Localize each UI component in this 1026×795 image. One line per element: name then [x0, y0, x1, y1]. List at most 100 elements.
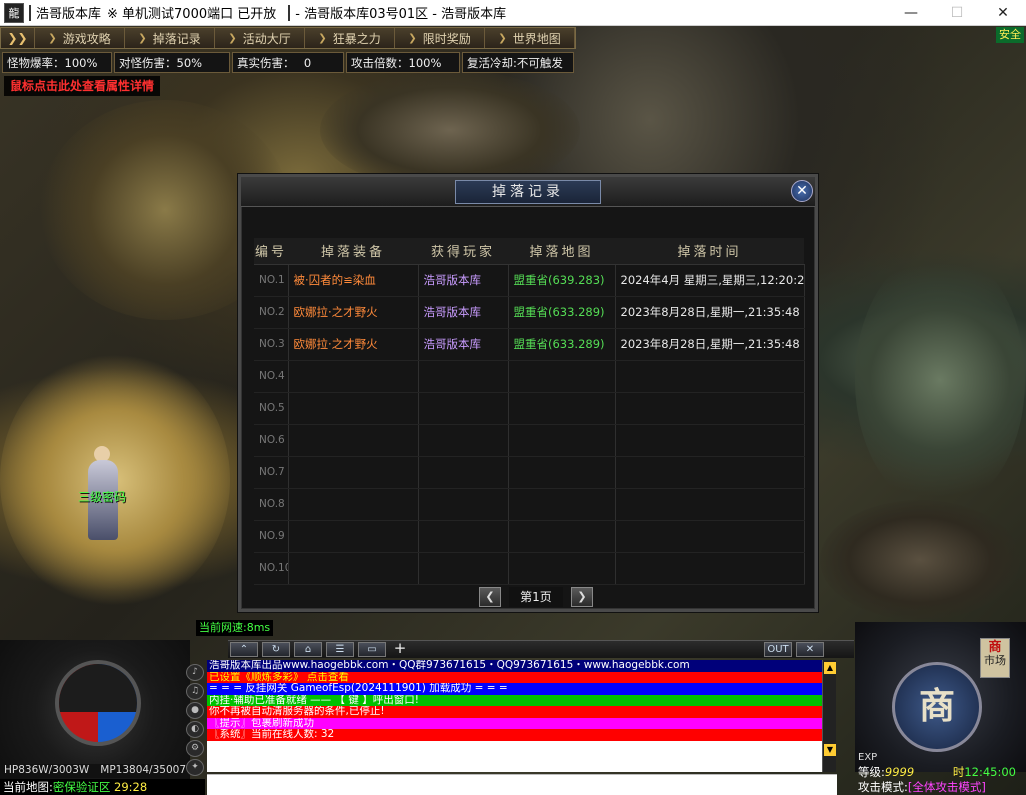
menu-item-label: 掉落记录: [152, 31, 201, 46]
current-map-label: 当前地图:: [3, 780, 53, 794]
cell-no: NO.1: [254, 264, 289, 297]
group-icon[interactable]: ◐: [186, 721, 204, 738]
cell-no: NO.6: [254, 424, 289, 457]
sound-icon[interactable]: ♪: [186, 664, 204, 681]
cell-time: [615, 520, 805, 553]
market-button[interactable]: 商 市场: [980, 638, 1010, 678]
shop-button[interactable]: 商: [892, 662, 982, 752]
cell-map: [508, 520, 616, 553]
settings-icon[interactable]: ⚙: [186, 740, 204, 757]
mp-value: MP13804/35007: [100, 764, 186, 776]
maximize-button[interactable]: ☐: [934, 0, 980, 26]
chat-line: 〖提示〗包裹刷新成功: [207, 717, 822, 729]
cell-item: 被·囚者的≌染血: [288, 264, 419, 297]
cell-player: [418, 488, 509, 521]
menu-item-drop-record[interactable]: ❯ 掉落记录: [125, 28, 215, 48]
chevron-right-icon: ❯: [498, 32, 507, 44]
cell-item: 欧娜拉·之才野火: [288, 328, 419, 361]
cell-time: 2023年8月28日,星期一,21:35:48: [615, 328, 805, 361]
level-row: 等级:9999 时12:45:00: [858, 764, 1026, 780]
chat-side-icons: ♪ ♫ ● ◐ ⚙ ✦: [186, 664, 206, 778]
header-time: 掉落时间: [615, 238, 804, 265]
chevron-right-icon: ❯: [228, 32, 237, 44]
window-subtitle: ※ 单机测试7000端口 已开放: [107, 7, 277, 22]
cell-time: 2023年8月28日,星期一,21:35:48: [615, 296, 805, 329]
gear-icon[interactable]: ✦: [186, 759, 204, 776]
chevron-right-icon: ❯: [48, 32, 57, 44]
menu-toggle-button[interactable]: ❯❯: [1, 28, 35, 48]
chat-line: 〖系统〗当前在线人数: 32: [207, 729, 822, 741]
current-map: 当前地图:密保验证区 29:28: [0, 779, 205, 795]
out-button[interactable]: OUT: [764, 642, 792, 657]
cell-player: [418, 360, 509, 393]
cell-map: 盟重省(633.289): [508, 328, 616, 361]
page-label: 第1页: [509, 587, 563, 607]
game-time: 时12:45:00: [953, 764, 1016, 780]
cell-no: NO.10: [254, 552, 289, 585]
cell-no: NO.4: [254, 360, 289, 393]
chat-scrollbar[interactable]: ▲ ▼: [822, 660, 836, 772]
menu-item-activity-hall[interactable]: ❯ 活动大厅: [215, 28, 305, 48]
cell-map: 盟重省(633.289): [508, 296, 616, 329]
cell-item: [288, 520, 419, 553]
sound-icon[interactable]: ♫: [186, 683, 204, 700]
menu-item-guide[interactable]: ❯ 游戏攻略: [35, 28, 125, 48]
time-label: 时: [952, 765, 965, 779]
shop-panel: 商 商 市场: [855, 622, 1026, 772]
chat-line: 浩哥版本库出品www.haogebbk.com・QQ群973671615・QQ9…: [207, 660, 822, 672]
menu-item-world-map[interactable]: ❯ 世界地图: [485, 28, 575, 48]
cell-time: [615, 456, 805, 489]
cell-item: [288, 360, 419, 393]
current-map-coords: 29:28: [114, 780, 148, 794]
chat-bubble-icon[interactable]: ▭: [358, 642, 386, 657]
table-row: NO.9: [254, 520, 805, 553]
server-name: - 浩哥版本库03号01区 - 浩哥版本库: [295, 7, 507, 22]
menu-item-label: 限时奖励: [422, 31, 471, 46]
home-icon[interactable]: ⌂: [294, 642, 322, 657]
next-page-button[interactable]: ❯: [571, 587, 593, 607]
table-row: NO.7: [254, 456, 805, 489]
menu-item-berserk[interactable]: ❯ 狂暴之力: [305, 28, 395, 48]
menu-list-icon[interactable]: ☰: [326, 642, 354, 657]
cell-player: 浩哥版本库: [418, 264, 509, 297]
table-row: NO.3 欧娜拉·之才野火 浩哥版本库 盟重省(633.289) 2023年8月28日,…: [254, 328, 805, 361]
level-value: 9999: [884, 765, 915, 779]
minimize-button[interactable]: —: [888, 0, 934, 26]
chat-input[interactable]: [207, 774, 837, 795]
cell-item: [288, 552, 419, 585]
prev-page-button[interactable]: ❮: [479, 587, 501, 607]
chevron-right-icon: ❯: [138, 32, 147, 44]
header-player: 获得玩家: [418, 238, 508, 265]
group-icon[interactable]: ●: [186, 702, 204, 719]
current-map-name: 密保验证区: [52, 780, 111, 794]
cell-time: [615, 424, 805, 457]
cell-item: [288, 488, 419, 521]
scroll-up-icon[interactable]: ⌃: [230, 642, 258, 657]
cell-player: [418, 552, 509, 585]
cell-map: [508, 488, 616, 521]
scroll-up-arrow-icon[interactable]: ▲: [824, 662, 836, 674]
cell-time: [615, 552, 805, 585]
chevron-right-icon: ❯: [318, 32, 327, 44]
cell-no: NO.5: [254, 392, 289, 425]
cell-item: [288, 392, 419, 425]
cell-no: NO.7: [254, 456, 289, 489]
stat-true-damage: 真实伤害： 0: [232, 52, 344, 73]
dialog-header: 掉落记录 ✕: [241, 177, 815, 207]
hp-mp-orb: [55, 660, 141, 746]
chat-close-button[interactable]: ✕: [796, 642, 824, 657]
attribute-details-link[interactable]: 鼠标点击此处查看属性详情: [4, 76, 161, 96]
header-no: 编号: [254, 238, 288, 265]
add-button[interactable]: +: [386, 641, 414, 657]
orb-empty-portion: [59, 664, 137, 713]
scroll-down-arrow-icon[interactable]: ▼: [824, 744, 836, 756]
dialog-close-button[interactable]: ✕: [791, 180, 813, 202]
hp-mp-readout: HP836W/3003W MP13804/35007: [0, 764, 190, 778]
title-separator: [29, 4, 31, 21]
attack-mode[interactable]: 攻击模式:[全体攻击模式]: [858, 779, 1026, 795]
refresh-icon[interactable]: ↻: [262, 642, 290, 657]
cell-time: 2024年4月 星期三,星期三,12:20:22: [615, 264, 805, 297]
close-window-button[interactable]: ✕: [980, 0, 1026, 26]
menu-item-label: 活动大厅: [242, 31, 291, 46]
menu-item-limited-reward[interactable]: ❯ 限时奖励: [395, 28, 485, 48]
